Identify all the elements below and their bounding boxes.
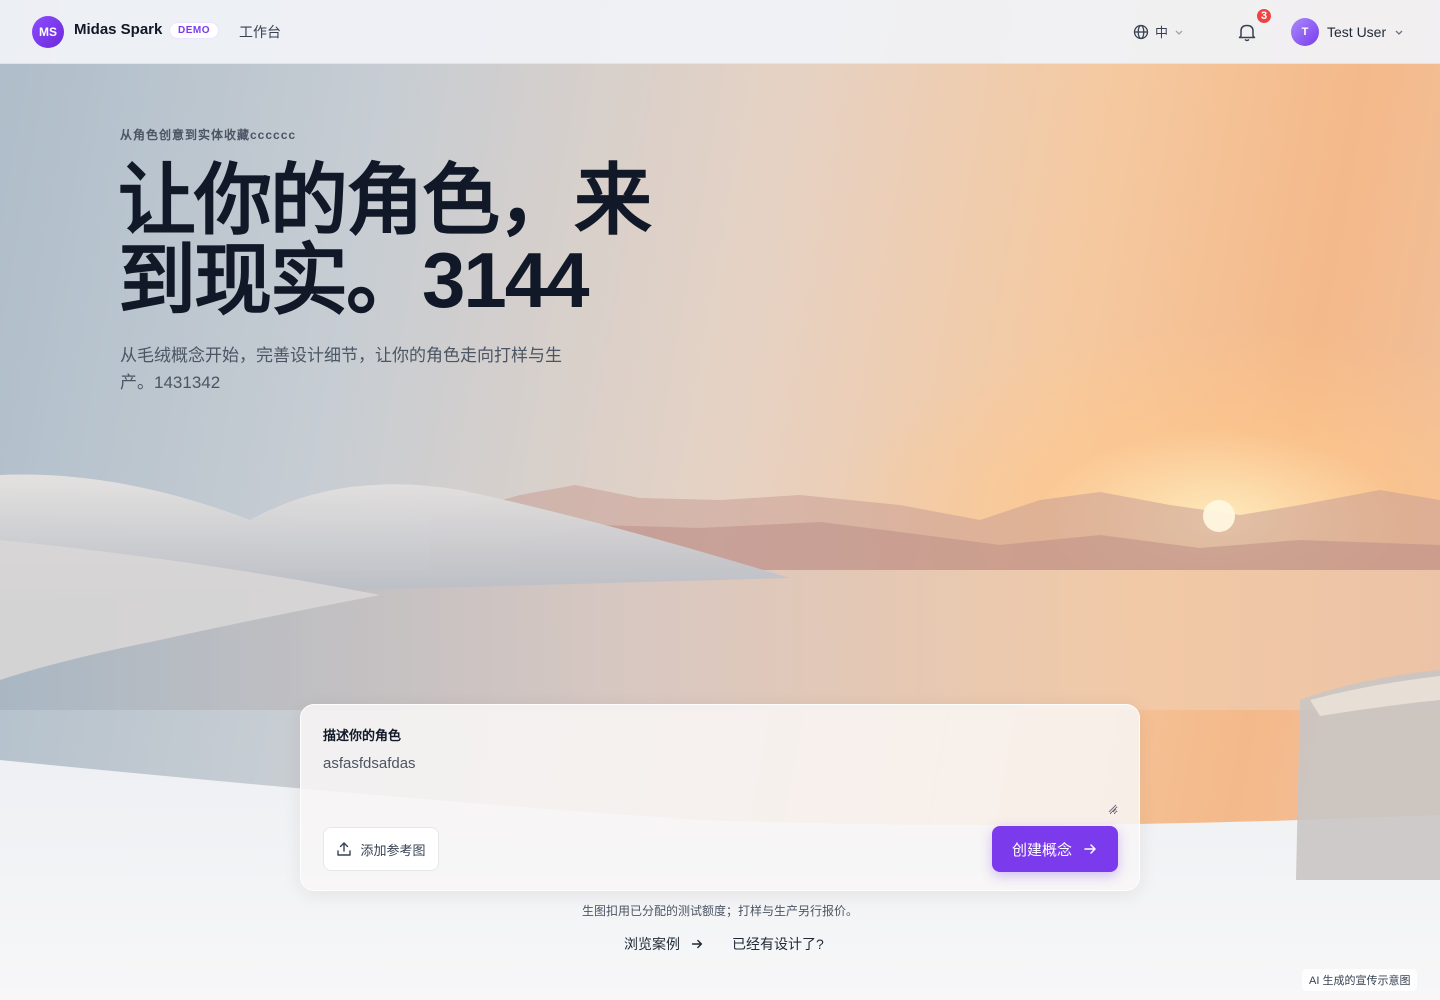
hero-subtitle: 从毛绒概念开始，完善设计细节，让你的角色走向打样与生产。1431342 bbox=[120, 346, 562, 392]
browse-cases-label: 浏览案例 bbox=[624, 936, 680, 952]
character-prompt-card: 描述你的角色 asfasfdsafdas 添加参考图 创建概念 bbox=[300, 704, 1140, 891]
logo-icon[interactable]: MS bbox=[32, 16, 64, 48]
hero-title-line-2: 到现实。3144 bbox=[118, 236, 590, 324]
hero-title: 让你的角色，来 到现实。3144 bbox=[118, 160, 678, 320]
browse-cases-link[interactable]: 浏览案例 bbox=[624, 934, 704, 954]
create-concept-label: 创建概念 bbox=[1011, 841, 1072, 859]
top-nav-bar: MS Midas Spark DEMO 工作台 中 3 T Test User bbox=[0, 0, 1440, 64]
upload-icon bbox=[337, 842, 352, 856]
language-label: 中 bbox=[1155, 25, 1169, 40]
arrow-right-icon bbox=[1084, 844, 1096, 854]
chevron-down-icon bbox=[1395, 30, 1403, 35]
add-reference-image-label: 添加参考图 bbox=[360, 842, 426, 858]
ai-generated-tag: AI 生成的宣传示意图 bbox=[1302, 969, 1418, 991]
demo-badge: DEMO bbox=[169, 22, 219, 39]
create-concept-button[interactable]: 创建概念 bbox=[992, 826, 1118, 872]
quota-note: 生图扣用已分配的测试额度；打样与生产另行报价。 bbox=[581, 904, 858, 918]
prompt-label: 描述你的角色 bbox=[323, 728, 402, 743]
chevron-down-icon bbox=[1175, 30, 1183, 35]
globe-icon bbox=[1133, 24, 1149, 39]
secondary-links: 浏览案例 已经有设计了? bbox=[624, 934, 824, 954]
arrow-right-icon bbox=[691, 939, 703, 949]
avatar: T bbox=[1291, 18, 1319, 46]
notification-count-badge: 3 bbox=[1255, 7, 1273, 25]
nav-workbench-link[interactable]: 工作台 bbox=[239, 22, 281, 42]
hero-title-line-1: 让你的角色，来 bbox=[118, 156, 652, 244]
resize-handle-icon[interactable] bbox=[1107, 803, 1117, 813]
language-switcher[interactable]: 中 bbox=[1133, 22, 1184, 41]
have-design-link[interactable]: 已经有设计了? bbox=[732, 934, 824, 954]
bell-icon[interactable] bbox=[1236, 21, 1258, 43]
add-reference-image-button[interactable]: 添加参考图 bbox=[323, 827, 439, 871]
brand-name[interactable]: Midas Spark bbox=[74, 21, 162, 38]
user-menu[interactable]: T Test User bbox=[1291, 18, 1404, 46]
character-description-input[interactable]: asfasfdsafdas bbox=[323, 755, 1118, 815]
user-name: Test User bbox=[1327, 24, 1387, 40]
hero-eyebrow: 从角色创意到实体收藏cccccc bbox=[120, 128, 297, 142]
